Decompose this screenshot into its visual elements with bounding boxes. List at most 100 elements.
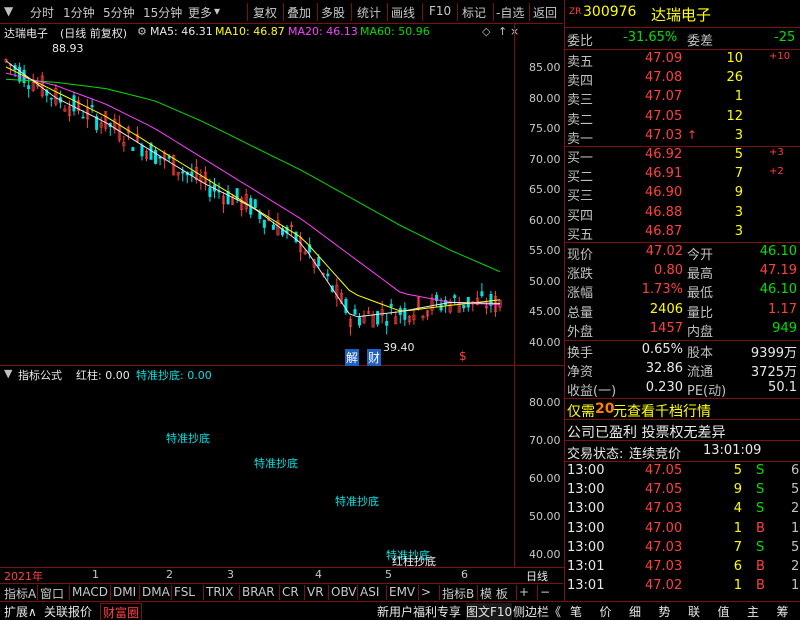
candle-body [376, 311, 380, 325]
indicator-tab-2[interactable]: MACD [72, 585, 108, 599]
period-label[interactable]: 日线 [526, 568, 548, 584]
quote-panel: ZR 300976 达瑞电子 委比 -31.65% 委差 -25 卖五 47.09 10 +10 卖四… [564, 0, 800, 601]
tab-fenshi[interactable]: 分时 [30, 4, 54, 21]
ask-row[interactable]: 卖二 47.05 12 [565, 109, 800, 128]
f10-button[interactable]: F10 [429, 4, 451, 18]
tick-count: 1 [791, 520, 800, 536]
cai-marker[interactable]: 财 [367, 349, 382, 366]
promo-link[interactable]: 新用户福利专享 [377, 603, 461, 620]
up-arrow-icon[interactable]: ↑ [498, 25, 507, 38]
promo-banner[interactable]: 仅需 20 元查看千档行情 [565, 401, 800, 420]
panel-tab-2[interactable]: 细 [629, 603, 641, 620]
indicator-menu-icon[interactable]: ▼ [4, 367, 12, 380]
indicator-tab-16[interactable]: + [519, 585, 529, 599]
indicator-tab-5[interactable]: FSL [174, 585, 195, 599]
panel-tab-0[interactable]: 笔 [570, 603, 582, 620]
panel-tab-4[interactable]: 联 [688, 603, 700, 620]
panel-tab-6[interactable]: 主 [747, 603, 759, 620]
tab-1min[interactable]: 1分钟 [63, 4, 95, 21]
indicator-tab-12[interactable]: EMV [389, 585, 415, 599]
ask-row[interactable]: 卖四 47.08 26 [565, 70, 800, 89]
bid-volume: 9 [734, 185, 743, 201]
wealth-circle-button[interactable]: 财富圈 [100, 603, 143, 620]
indicator-tab-1[interactable]: 窗口 [40, 585, 64, 602]
back-button[interactable]: 返回 [533, 4, 557, 21]
settings-gear-icon[interactable]: ⚙ [137, 25, 147, 38]
bid-row[interactable]: 买五 46.87 3 [565, 224, 800, 243]
indicator-ytick: 80.00 [529, 396, 561, 409]
tab-5min[interactable]: 5分钟 [103, 4, 135, 21]
price-chart[interactable] [0, 40, 514, 364]
ask-label: 卖三 [567, 93, 594, 109]
indicator-tab-4[interactable]: DMA [142, 585, 170, 599]
biaoji-button[interactable]: 标记 [462, 4, 486, 21]
ask-price: 47.03 [645, 127, 683, 143]
zr-badge: ZR [569, 7, 582, 17]
ask-row[interactable]: 卖一 47.03 ↑ 3 [565, 127, 800, 147]
bid-row[interactable]: 买二 46.91 7 +2 [565, 166, 800, 185]
expand-button[interactable]: 扩展∧ [4, 603, 37, 620]
candle-body [326, 273, 330, 277]
indicator-tab-10[interactable]: OBV [331, 585, 357, 599]
candle-body [81, 116, 85, 119]
panel-tab-1[interactable]: 价 [600, 603, 612, 620]
stat-value: 47.02 [645, 244, 683, 259]
indicator-tab-13[interactable]: > [421, 585, 431, 599]
ask-row[interactable]: 卖五 47.09 10 +10 [565, 51, 800, 70]
panel-tab-3[interactable]: 势 [659, 603, 671, 620]
hongzhu-value: 红柱: 0.00 [76, 369, 130, 382]
xaxis-month: 5 [385, 568, 392, 581]
fuquan-button[interactable]: 复权 [253, 4, 277, 21]
stat-label: PE(动) [687, 384, 727, 400]
indicator-tab-14[interactable]: 指标B [442, 585, 474, 602]
indicator-tab-9[interactable]: VR [307, 585, 324, 599]
candle-body [208, 187, 212, 197]
sidebar-toggle[interactable]: 侧边栏《 [513, 603, 561, 620]
ask-change: +10 [769, 51, 791, 62]
ask-price: 47.08 [645, 70, 683, 86]
jie-marker[interactable]: 解 [345, 349, 360, 366]
indicator-tab-7[interactable]: BRAR [242, 585, 275, 599]
diejia-button[interactable]: 叠加 [287, 4, 311, 21]
more-chevron-icon[interactable]: ▾ [214, 4, 220, 18]
bid-volume: 3 [734, 204, 743, 220]
bid-row[interactable]: 买一 46.92 5 +3 [565, 147, 800, 166]
bid-label: 买四 [567, 208, 594, 224]
bid-volume: 7 [734, 166, 743, 182]
indicator-tab-11[interactable]: ASI [360, 585, 379, 599]
tongji-button[interactable]: 统计 [357, 4, 381, 21]
huaxian-button[interactable]: 画线 [391, 4, 415, 21]
tab-more[interactable]: 更多 [188, 4, 212, 21]
ma20-label: MA20: 46.13 [288, 25, 358, 38]
tick-time: 13:00 [567, 539, 605, 555]
ask-row[interactable]: 卖三 47.07 1 [565, 89, 800, 109]
panel-tab-5[interactable]: 值 [718, 603, 730, 620]
top-toolbar: ▼ 分时 1分钟 5分钟 15分钟 更多 ▾ 复权 叠加 多股 统计 画线 F1… [0, 0, 563, 24]
menu-icon[interactable]: ▼ [4, 4, 13, 18]
indicator-tab-6[interactable]: TRIX [206, 585, 233, 599]
zixuan-button[interactable]: -自选 [496, 4, 524, 21]
tick-side: S [756, 539, 765, 555]
stat-value: 47.19 [759, 263, 797, 279]
dollar-marker[interactable]: $ [459, 349, 467, 363]
indicator-tab-15[interactable]: 模 板 [480, 585, 508, 602]
indicator-tab-0[interactable]: 指标A [4, 585, 36, 602]
tab-15min[interactable]: 15分钟 [143, 4, 182, 21]
weicha-value: -25 [774, 30, 796, 45]
indicator-tab-8[interactable]: CR [282, 585, 299, 599]
indicator-tab-17[interactable]: − [540, 585, 550, 599]
stat-label: 总量 [567, 305, 594, 321]
diamond-icon[interactable]: ◇ [482, 25, 490, 38]
duogu-button[interactable]: 多股 [321, 4, 345, 21]
related-quote-button[interactable]: 关联报价 [44, 603, 92, 620]
f10-image-button[interactable]: 图文F10 [466, 603, 513, 620]
indicator-tab-3[interactable]: DMI [113, 585, 136, 599]
xaxis-year: 2021年 [4, 570, 43, 583]
tick-side: B [756, 578, 765, 594]
tick-side: S [756, 463, 765, 478]
stat-row: 换手 0.65% 股本 9399万 [565, 342, 800, 361]
panel-tab-7[interactable]: 筹 [777, 603, 789, 620]
bid-row[interactable]: 买三 46.90 9 [565, 185, 800, 204]
stat-label: 涨幅 [567, 286, 594, 302]
bid-row[interactable]: 买四 46.88 3 [565, 204, 800, 224]
